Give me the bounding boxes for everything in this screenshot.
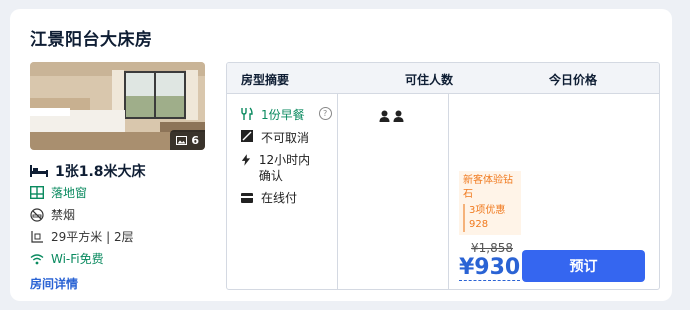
question-icon[interactable]: ? bbox=[318, 107, 332, 120]
photo-count: 6 bbox=[191, 133, 199, 147]
window-icon bbox=[30, 186, 44, 199]
wifi-icon bbox=[30, 253, 44, 264]
feature-area: 29平方米 | 2层 bbox=[30, 228, 134, 245]
column-divider bbox=[448, 94, 449, 289]
policy-label: 不可取消 bbox=[261, 131, 310, 145]
feature-no-smoking: 禁烟 bbox=[30, 206, 75, 223]
column-divider bbox=[337, 94, 338, 289]
header-price: 今日价格 bbox=[549, 73, 598, 87]
policy-breakfast: 1份早餐 ? bbox=[241, 107, 332, 123]
policy-label: 在线付 bbox=[261, 191, 298, 205]
occupancy bbox=[379, 110, 404, 122]
current-price[interactable]: ¥930 bbox=[459, 256, 521, 281]
feature-wifi: Wi-Fi免费 bbox=[30, 250, 104, 267]
image-icon bbox=[176, 135, 188, 145]
area-icon bbox=[31, 230, 43, 243]
policy-label: 12小时内确认 bbox=[258, 153, 311, 183]
person-icon bbox=[379, 110, 390, 122]
promo-badge[interactable]: 新客体验钻石 3项优惠928 bbox=[459, 171, 521, 235]
feature-label: 落地窗 bbox=[51, 186, 88, 200]
bed-label: 1张1.8米大床 bbox=[55, 164, 146, 180]
original-price: ¥1,858 bbox=[471, 241, 513, 255]
person-icon bbox=[393, 110, 404, 122]
bed-icon bbox=[30, 165, 48, 177]
header-occupancy: 可住人数 bbox=[405, 73, 454, 87]
feature-window: 落地窗 bbox=[30, 184, 87, 201]
room-title: 江景阳台大床房 bbox=[30, 30, 153, 50]
utensils-icon bbox=[241, 107, 253, 120]
rate-table: 房型摘要 可住人数 今日价格 1份早餐 ? 不可取消 12小时内确认 在线付 新… bbox=[226, 62, 660, 290]
no-smoking-icon bbox=[30, 207, 44, 222]
promo-discount: 3项优惠928 bbox=[463, 204, 517, 232]
room-card: 江景阳台大床房 6 1张1.8米大床 落地窗 禁烟 29平方米 | 2层 Wi-… bbox=[10, 9, 672, 301]
feature-label: 29平方米 | 2层 bbox=[51, 230, 134, 244]
room-details-link[interactable]: 房间详情 bbox=[30, 275, 78, 292]
policy-confirm: 12小时内确认 bbox=[241, 152, 321, 184]
policy-label: 1份早餐 bbox=[261, 108, 305, 122]
no-cancel-icon bbox=[241, 130, 253, 142]
policy-cancellation: 不可取消 bbox=[241, 130, 309, 146]
room-photo[interactable]: 6 bbox=[30, 62, 205, 150]
rate-table-header: 房型摘要 可住人数 今日价格 bbox=[227, 63, 659, 94]
feature-label: 禁烟 bbox=[51, 208, 76, 222]
lightning-icon bbox=[241, 154, 251, 166]
photo-count-badge: 6 bbox=[170, 130, 205, 150]
header-summary: 房型摘要 bbox=[241, 73, 290, 87]
promo-title: 新客体验钻石 bbox=[463, 175, 513, 200]
policy-payment: 在线付 bbox=[241, 190, 297, 206]
bed-info: 1张1.8米大床 bbox=[30, 161, 146, 181]
card-icon bbox=[241, 193, 253, 203]
book-button[interactable]: 预订 bbox=[522, 250, 645, 282]
feature-label: Wi-Fi免费 bbox=[51, 252, 104, 266]
